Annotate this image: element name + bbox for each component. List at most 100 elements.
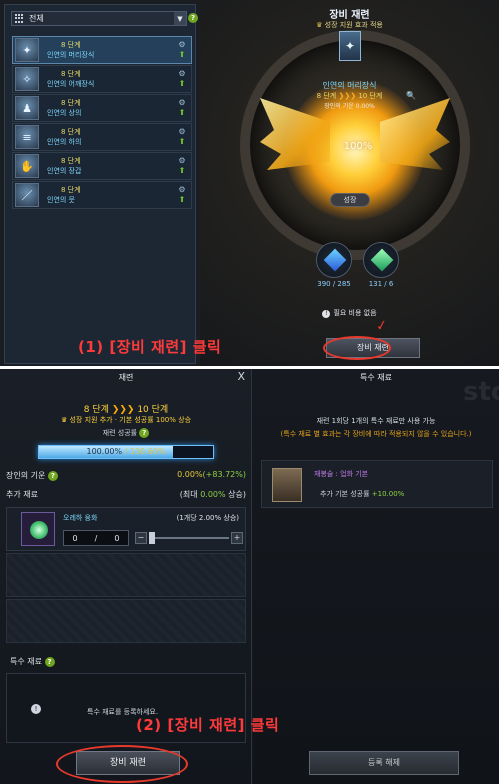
help-icon[interactable]: ? — [188, 13, 198, 23]
close-icon[interactable]: X — [237, 370, 245, 383]
item-stage: 8 단계 — [61, 186, 81, 194]
extra-material-row: 추가 재료 (최대 0.00% 상승) — [6, 490, 246, 499]
weapon-icon: ／ — [15, 183, 39, 207]
book-icon — [272, 468, 302, 502]
success-chance-bar: 100.00% / 130.60% — [38, 445, 214, 459]
plus-icon[interactable]: + — [231, 532, 243, 544]
info-icon: ! — [31, 704, 41, 714]
growth-support-subtitle: ♛ 성장 지원 효과 적용 — [316, 21, 383, 29]
item-name: 인연의 뭇 — [47, 196, 75, 204]
special-material-panel: story.com 특수 재료 재련 1회당 1개의 특수 재료만 사용 가능 … — [253, 369, 499, 784]
category-filter-dropdown[interactable]: 전체 ▼ — [11, 11, 187, 26]
head-armor-icon: ✦ — [15, 38, 39, 62]
special-material-desc: 추가 기본 성공률 +10.00% — [320, 490, 405, 498]
minus-icon[interactable]: − — [135, 532, 147, 544]
extra-material-slot: 오레하 융화 (1개당 2.00% 상승) 0/0 − + — [6, 507, 246, 551]
green-crystal-icon — [370, 248, 394, 272]
info-icon: ! — [322, 310, 331, 318]
item-stage: 8 단계 — [61, 41, 81, 49]
crown-icon: ♛ — [316, 21, 323, 29]
equipment-item-gloves[interactable]: ✋ 8 단계인연의 장갑 ⚙ ⬆ — [12, 152, 192, 180]
help-icon[interactable]: ? — [139, 428, 150, 438]
upgrade-arrow-icon[interactable]: ⬆ — [177, 108, 187, 118]
equipment-item-weapon[interactable]: ／ 8 단계인연의 뭇 ⚙ ⬆ — [12, 181, 192, 209]
selected-equipment-icon: ✦ — [339, 31, 361, 61]
artisan-energy-row: 장인의 기운 ? 0.00%(+83.72%) — [6, 470, 246, 481]
material-note: (1개당 2.00% 상승) — [176, 514, 239, 522]
filter-label: 전체 — [29, 14, 44, 23]
equipment-refine-window: 전체 ▼ ? ✦ 8 단계 인연의 머리장식 ⚙ ⬆ ✧ 8 단계 인연의 어깨장식… — [0, 0, 499, 366]
upgrade-arrow-icon[interactable]: ⬆ — [177, 50, 187, 60]
stage-progression: 8 단계 ❯❯❯ 10 단계 — [83, 405, 169, 415]
dialog-title: 재련 — [118, 373, 134, 382]
item-name: 인연의 상의 — [47, 109, 82, 117]
highlight-circle-2 — [56, 745, 188, 783]
equipment-item-head[interactable]: ✦ 8 단계인연의 머리장식 ⚙ ⬆ — [12, 36, 192, 64]
material-slot-1[interactable] — [316, 242, 352, 278]
cost-text: ! 필요 비용 없음 — [200, 308, 499, 318]
material-icon — [21, 512, 55, 546]
gear-icon[interactable]: ⚙ — [177, 98, 187, 108]
stage-progression: 8 단계 ❯❯❯ 10 단계 — [316, 92, 383, 100]
step2-annotation: (2) [장비 재련] 클릭 — [136, 716, 280, 734]
equipment-item-shoulder[interactable]: ✧ 8 단계인연의 어깨장식 ⚙ ⬆ — [12, 65, 192, 93]
refine-dialog-window: 재련 X 8 단계 ❯❯❯ 10 단계 ♛ 성장 지원 추가 · 기본 성공률 … — [0, 369, 499, 784]
material-name: 오레하 융화 — [63, 514, 98, 522]
quantity-slider[interactable]: − + — [135, 532, 243, 544]
item-name: 인연의 어깨장식 — [47, 80, 95, 88]
special-material-name: 재봉술 : 업화 기본 — [314, 470, 369, 478]
gear-icon[interactable]: ⚙ — [177, 69, 187, 79]
refine-detail-panel: 장비 재련 ♛ 성장 지원 효과 적용 ✦ 인연의 머리장식 8 단계 ❯❯❯ … — [200, 0, 499, 366]
material-slot-2[interactable] — [363, 242, 399, 278]
green-orb-icon — [30, 521, 48, 539]
slider-thumb[interactable] — [149, 532, 155, 544]
chevron-down-icon[interactable]: ▼ — [174, 12, 186, 25]
item-stage: 8 단계 — [61, 128, 81, 136]
material-2-count: 131 / 6 — [368, 280, 394, 288]
gear-icon[interactable]: ⚙ — [177, 156, 187, 166]
gloves-armor-icon: ✋ — [15, 154, 39, 178]
gear-icon[interactable]: ⚙ — [177, 127, 187, 137]
empty-material-slot — [6, 599, 246, 643]
equipment-list: ✦ 8 단계 인연의 머리장식 ⚙ ⬆ ✧ 8 단계 인연의 어깨장식 ⚙ ⬆ ♟ … — [12, 36, 192, 210]
usage-note: 재련 1회당 1개의 특수 재료만 사용 가능 — [316, 417, 436, 425]
equipment-item-chest[interactable]: ♟ 8 단계 인연의 상의 ⚙ ⬆ — [12, 94, 192, 122]
upgrade-arrow-icon[interactable]: ⬆ — [177, 166, 187, 176]
help-icon[interactable]: ? — [44, 657, 55, 667]
unregister-button[interactable]: 등록 해제 — [309, 751, 459, 775]
item-stage: 8 단계 — [61, 70, 81, 78]
item-name: 인연의 장갑 — [47, 167, 82, 175]
chest-armor-icon: ♟ — [15, 96, 39, 120]
item-name: 인연의 머리장식 — [47, 51, 95, 59]
artisan-energy-text: 장인의 기운 0.00% — [324, 103, 375, 110]
upgrade-arrow-icon[interactable]: ⬆ — [177, 195, 187, 205]
shoulder-armor-icon: ✧ — [15, 67, 39, 91]
panel-title: 장비 재련 — [329, 10, 370, 21]
upgrade-arrow-icon[interactable]: ⬆ — [177, 79, 187, 89]
special-material-item[interactable]: 재봉술 : 업화 기본 추가 기본 성공률 +10.00% — [261, 460, 493, 508]
upgrade-arrow-icon[interactable]: ⬆ — [177, 137, 187, 147]
gear-icon[interactable]: ⚙ — [177, 185, 187, 195]
search-icon[interactable]: 🔍 — [406, 91, 416, 101]
material-1-count: 390 / 285 — [317, 280, 351, 288]
panel-title: 특수 재료 — [360, 373, 392, 382]
empty-material-slot — [6, 553, 246, 597]
step1-annotation: (1) [장비 재련] 클릭 — [78, 338, 222, 356]
equipment-list-panel: 전체 ▼ ? ✦ 8 단계 인연의 머리장식 ⚙ ⬆ ✧ 8 단계 인연의 어깨장식… — [4, 4, 198, 364]
item-name: 인연의 하의 — [47, 138, 82, 146]
slider-track — [149, 537, 229, 539]
growth-bonus-text: ♛ 성장 지원 추가 · 기본 성공률 100% 상승 — [60, 416, 192, 424]
help-icon[interactable]: ? — [47, 471, 58, 481]
success-percent: 100% — [343, 141, 373, 152]
equipment-item-pants[interactable]: ≡ 8 단계인연의 하의 ⚙ ⬆ — [12, 123, 192, 151]
selected-item-name: 인연의 머리장식 — [322, 81, 377, 90]
highlight-circle-1 — [323, 336, 391, 360]
quantity-input[interactable]: 0/0 — [63, 530, 129, 546]
gear-icon[interactable]: ⚙ — [177, 40, 187, 50]
success-chance-label: 재련 성공률 ? — [86, 428, 166, 438]
special-material-label: 특수 재료 ? — [10, 656, 55, 667]
effect-note: (특수 재료 별 효과는 각 장비에 따라 적용되지 않을 수 있습니다.) — [280, 430, 472, 438]
item-stage: 8 단계 — [61, 157, 81, 165]
growth-button[interactable]: 성장 — [330, 193, 370, 207]
pants-armor-icon: ≡ — [15, 125, 39, 149]
